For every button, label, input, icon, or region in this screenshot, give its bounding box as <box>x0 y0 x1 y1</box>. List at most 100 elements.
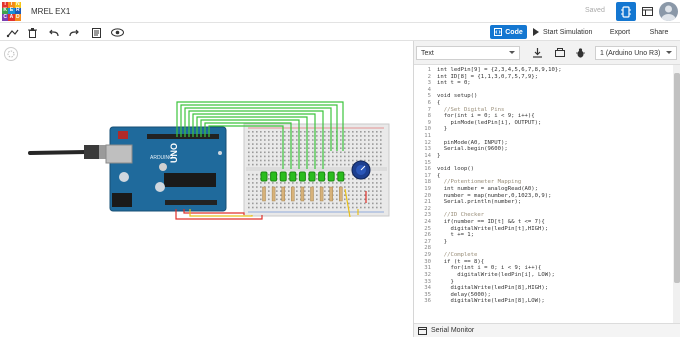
resistor[interactable] <box>339 186 343 202</box>
serial-monitor-bar[interactable]: Serial Monitor <box>414 323 680 337</box>
code-line[interactable]: digitalWrite(ledPin[i], LOW); <box>437 272 673 279</box>
led[interactable] <box>327 171 335 182</box>
resistor[interactable] <box>319 186 324 202</box>
undo-button[interactable] <box>48 27 59 38</box>
code-line[interactable]: int t = 0; <box>437 80 673 87</box>
code-line[interactable]: //Set Digital Pins <box>437 107 673 114</box>
export-label: Export <box>609 28 631 36</box>
design-title[interactable]: MREL EX1 <box>31 7 70 16</box>
code-line[interactable]: digitalWrite(ledPin[8],LOW); <box>437 298 673 305</box>
code-line[interactable]: Serial.begin(9600); <box>437 146 673 153</box>
breadboard-hole <box>356 182 358 184</box>
code-line[interactable]: t += 1; <box>437 232 673 239</box>
resistor[interactable] <box>300 186 305 202</box>
code-line[interactable]: digitalWrite(ledPin[8],HIGH); <box>437 285 673 292</box>
code-line[interactable]: //Potentiometer Mapping <box>437 179 673 186</box>
code-line[interactable] <box>437 133 673 140</box>
library-button[interactable] <box>554 47 565 58</box>
breadboard-hole <box>268 173 270 176</box>
led[interactable] <box>337 171 345 182</box>
code-line[interactable]: int ID[8] = {1,1,3,0,7,5,7,9}; <box>437 74 673 81</box>
circuit-view-button[interactable] <box>616 2 636 21</box>
led[interactable] <box>270 171 278 182</box>
led[interactable] <box>298 171 306 182</box>
code-line[interactable]: number = map(number,0,1023,0,9); <box>437 193 673 200</box>
breadboard-hole <box>320 206 322 209</box>
scroll-thumb[interactable] <box>674 73 680 283</box>
breadboard-hole <box>252 198 254 201</box>
breadboard-hole <box>284 139 286 141</box>
code-line[interactable] <box>437 206 673 213</box>
code-line[interactable]: for(int i = 0; i < 9; i++){ <box>437 113 673 120</box>
code-line[interactable]: pinMode(A0, INPUT); <box>437 140 673 147</box>
led[interactable] <box>260 171 268 182</box>
share-button[interactable]: Share <box>645 25 673 39</box>
breadboard-hole <box>380 159 382 162</box>
code-line[interactable]: delay(5000); <box>437 292 673 299</box>
code-mode-select[interactable]: Text <box>416 46 520 60</box>
code-line[interactable]: } <box>437 239 673 246</box>
code-line[interactable]: for(int i = 0; i < 9; i++){ <box>437 265 673 272</box>
breadboard-hole <box>340 159 342 162</box>
code-line[interactable]: if (t == 8){ <box>437 259 673 266</box>
breadboard-hole <box>380 143 382 145</box>
breadboard-hole <box>352 135 354 137</box>
breadboard-hole <box>284 135 286 137</box>
tinkercad-logo[interactable]: T I N K E R C A D <box>2 1 21 21</box>
potentiometer[interactable] <box>351 160 371 180</box>
code-line[interactable]: //ID Checker <box>437 212 673 219</box>
code-line[interactable]: } <box>437 153 673 160</box>
code-line[interactable]: digitalWrite(ledPin[t],HIGH); <box>437 226 673 233</box>
export-button[interactable]: Export <box>604 25 636 39</box>
code-editor[interactable]: 1 2 3 4 5 6 7 8 9 10 11 12 13 14 15 16 17 18 19 20 21 22 23 24 2… <box>414 65 680 323</box>
device-select[interactable]: 1 (Arduino Uno R3) <box>595 46 677 60</box>
led[interactable] <box>279 171 287 182</box>
code-line[interactable]: } <box>437 279 673 286</box>
start-simulation-button[interactable]: Start Simulation <box>533 25 592 39</box>
list-view-button[interactable] <box>637 2 657 21</box>
code-line[interactable]: } <box>437 126 673 133</box>
code-line[interactable]: void setup() <box>437 93 673 100</box>
led[interactable] <box>308 171 316 182</box>
led[interactable] <box>289 171 297 182</box>
circuit-canvas[interactable]: ARDUINO UNO <box>0 41 413 337</box>
resistor[interactable] <box>281 186 285 202</box>
code-scrollbar[interactable] <box>673 65 680 323</box>
visibility-tool[interactable] <box>111 27 124 38</box>
resistor[interactable] <box>291 186 295 202</box>
code-line[interactable]: { <box>437 173 673 180</box>
code-button[interactable]: Code <box>490 25 527 39</box>
code-line[interactable]: { <box>437 100 673 107</box>
code-line[interactable]: if(number == ID[t] && t <= 7){ <box>437 219 673 226</box>
resistor[interactable] <box>262 186 266 202</box>
resistor[interactable] <box>329 186 333 202</box>
redo-button[interactable] <box>68 27 79 38</box>
breadboard-hole <box>348 182 350 184</box>
code-line[interactable]: Serial.println(number); <box>437 199 673 206</box>
code-line[interactable] <box>437 87 673 94</box>
code-line[interactable]: pinMode(ledPin[i], OUTPUT); <box>437 120 673 127</box>
breadboard-hole <box>372 182 374 184</box>
resistor[interactable] <box>271 186 276 202</box>
code-line[interactable] <box>437 245 673 252</box>
code-lines[interactable]: int ledPin[9] = {2,3,4,5,6,7,8,9,10}; int… <box>437 67 673 305</box>
debugger-button[interactable] <box>575 47 586 58</box>
code-line[interactable]: int ledPin[9] = {2,3,4,5,6,7,8,9,10}; <box>437 67 673 74</box>
code-line[interactable]: //Complete <box>437 252 673 259</box>
code-line[interactable] <box>437 160 673 167</box>
notes-tool[interactable] <box>91 27 102 38</box>
download-button[interactable] <box>532 47 543 58</box>
code-line[interactable]: int number = analogRead(A0); <box>437 186 673 193</box>
code-line[interactable]: void loop() <box>437 166 673 173</box>
breadboard-hole <box>336 206 338 209</box>
breadboard-hole <box>308 194 310 196</box>
resistor[interactable] <box>310 186 314 202</box>
rotate-tool[interactable] <box>6 27 20 38</box>
delete-tool[interactable] <box>27 27 38 38</box>
breadboard-hole <box>356 135 358 137</box>
user-avatar[interactable] <box>659 2 678 21</box>
breadboard-hole <box>360 135 362 137</box>
arduino-uno-board[interactable]: ARDUINO UNO <box>105 126 227 212</box>
undo-icon <box>48 29 59 36</box>
led[interactable] <box>318 171 326 182</box>
